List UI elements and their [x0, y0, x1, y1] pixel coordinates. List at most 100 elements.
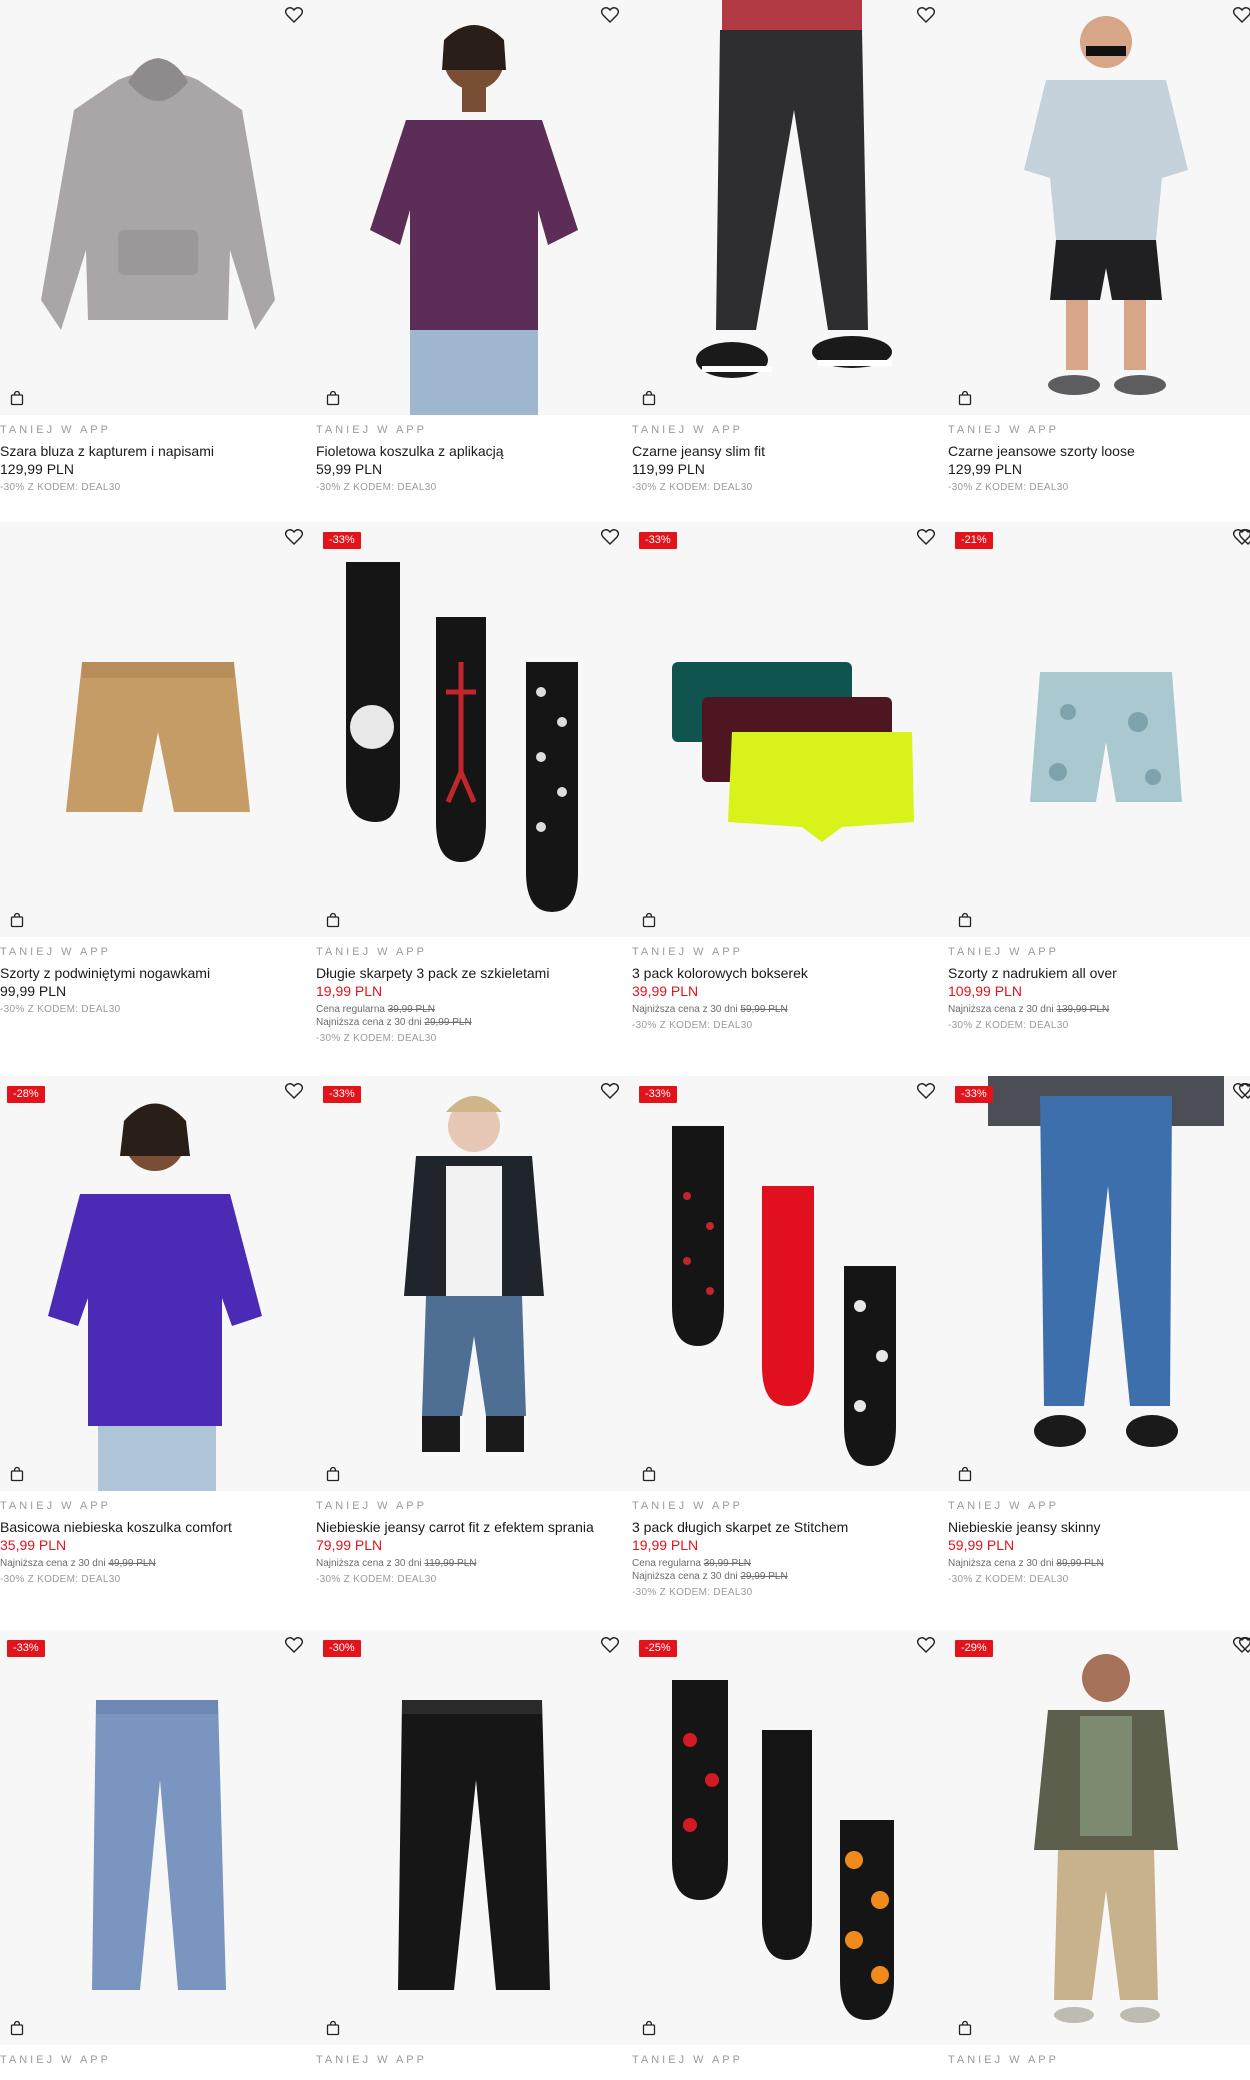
product-image[interactable] [632, 522, 948, 937]
product-image[interactable] [0, 522, 316, 937]
product-card[interactable]: -33% TANIEJ W APP [0, 1630, 316, 2080]
app-promo-label: TANIEJ W APP [632, 424, 743, 436]
product-image[interactable] [632, 1630, 948, 2045]
heart-icon[interactable] [284, 1636, 304, 1654]
product-price: 79,99 PLN [316, 1537, 383, 1553]
product-info: TANIEJ W APP Fioletowa koszulka z aplikac… [316, 423, 632, 494]
heart-icon[interactable] [600, 1636, 620, 1654]
shopping-bag-icon[interactable] [641, 2020, 657, 2036]
lowest-price-label: Najniższa cena z 30 dni [316, 1017, 422, 1028]
product-name[interactable]: Czarne jeansy slim fit [632, 442, 948, 460]
shopping-bag-icon[interactable] [9, 390, 25, 406]
product-info: TANIEJ W APP Szorty z podwiniętymi nogawk… [0, 945, 316, 1016]
app-promo-label: TANIEJ W APP [948, 424, 1059, 436]
heart-icon[interactable] [916, 528, 936, 546]
app-promo-label: TANIEJ W APP [632, 1500, 743, 1512]
product-name[interactable]: Niebieskie jeansy carrot fit z efektem s… [316, 1518, 632, 1536]
product-price: 59,99 PLN [316, 461, 383, 477]
shopping-bag-icon[interactable] [9, 2020, 25, 2036]
heart-icon[interactable] [600, 1082, 620, 1100]
product-info: TANIEJ W APP Niebieskie jeansy skinny 59,9… [948, 1499, 1250, 1586]
regular-price-line: Cena regularna 39,99 PLN [316, 1003, 632, 1016]
product-image[interactable] [632, 0, 948, 415]
product-image[interactable] [316, 1076, 632, 1491]
product-name[interactable]: 3 pack długich skarpet ze Stitchem [632, 1518, 948, 1536]
shopping-bag-icon[interactable] [325, 912, 341, 928]
discount-badge: -33% [323, 532, 361, 549]
product-info: TANIEJ W APP 3 pack kolorowych bokserek 39… [632, 945, 948, 1032]
shopping-bag-icon[interactable] [9, 1466, 25, 1482]
promo-code-label: -30% Z KODEM: DEAL30 [948, 1574, 1069, 1585]
product-price: 39,99 PLN [632, 983, 699, 999]
shopping-bag-icon[interactable] [957, 2020, 973, 2036]
heart-icon[interactable] [284, 528, 304, 546]
lowest-price-line: Najniższa cena z 30 dni 29,99 PLN [316, 1016, 632, 1029]
product-name[interactable]: Długie skarpety 3 pack ze szkieletami [316, 964, 632, 982]
product-image[interactable] [948, 0, 1250, 415]
product-name[interactable]: Fioletowa koszulka z aplikacją [316, 442, 632, 460]
lowest-price-value: 29,99 PLN [740, 1571, 788, 1582]
product-info: TANIEJ W APP Szara bluza z kapturem i nap… [0, 423, 316, 494]
discount-badge: -33% [7, 1640, 45, 1657]
heart-icon[interactable] [916, 1636, 936, 1654]
shopping-bag-icon[interactable] [641, 390, 657, 406]
product-price: 119,99 PLN [632, 461, 705, 477]
product-name[interactable]: Basicowa niebieska koszulka comfort [0, 1518, 316, 1536]
product-image[interactable] [0, 0, 316, 415]
discount-badge: -29% [955, 1640, 993, 1657]
heart-icon[interactable] [1232, 6, 1250, 24]
product-price: 35,99 PLN [0, 1537, 67, 1553]
shopping-bag-icon[interactable] [957, 912, 973, 928]
shopping-bag-icon[interactable] [957, 390, 973, 406]
product-info: TANIEJ W APP [0, 2053, 316, 2067]
shopping-bag-icon[interactable] [325, 390, 341, 406]
lowest-price-label: Najniższa cena z 30 dni [948, 1558, 1054, 1569]
heart-icon[interactable] [1238, 1636, 1250, 1654]
shopping-bag-icon[interactable] [957, 1466, 973, 1482]
lowest-price-value: 89,99 PLN [1056, 1558, 1104, 1569]
heart-icon[interactable] [284, 1082, 304, 1100]
product-name[interactable]: Szorty z nadrukiem all over [948, 964, 1250, 982]
product-image[interactable] [948, 522, 1250, 937]
shopping-bag-icon[interactable] [9, 912, 25, 928]
product-card[interactable]: -29% TANIEJ W APP [948, 1630, 1250, 2080]
heart-icon[interactable] [916, 1082, 936, 1100]
product-name[interactable]: Szorty z podwiniętymi nogawkami [0, 964, 316, 982]
product-name[interactable]: Czarne jeansowe szorty loose [948, 442, 1250, 460]
product-price: 19,99 PLN [632, 1537, 699, 1553]
lowest-price-label: Najniższa cena z 30 dni [316, 1558, 422, 1569]
heart-icon[interactable] [1238, 1082, 1250, 1100]
product-card[interactable]: -25% TANIEJ W APP [632, 1630, 948, 2080]
product-name[interactable]: Niebieskie jeansy skinny [948, 1518, 1250, 1536]
promo-code-label: -30% Z KODEM: DEAL30 [316, 1033, 437, 1044]
product-price: 19,99 PLN [316, 983, 383, 999]
product-name[interactable]: Szara bluza z kapturem i napisami [0, 442, 316, 460]
shopping-bag-icon[interactable] [325, 2020, 341, 2036]
product-image[interactable] [632, 1076, 948, 1491]
product-image[interactable] [0, 1076, 316, 1491]
product-image[interactable] [948, 1630, 1250, 2045]
product-image[interactable] [0, 1630, 316, 2045]
app-promo-label: TANIEJ W APP [0, 424, 111, 436]
heart-icon[interactable] [1238, 528, 1250, 546]
shopping-bag-icon[interactable] [325, 1466, 341, 1482]
lowest-price-line: Najniższa cena z 30 dni 29,99 PLN [632, 1570, 948, 1583]
heart-icon[interactable] [600, 6, 620, 24]
product-card[interactable]: -30% TANIEJ W APP [316, 1630, 632, 2080]
product-info: TANIEJ W APP Basicowa niebieska koszulka … [0, 1499, 316, 1586]
product-info: TANIEJ W APP Niebieskie jeansy carrot fit… [316, 1499, 632, 1586]
discount-badge: -33% [639, 532, 677, 549]
heart-icon[interactable] [916, 6, 936, 24]
shopping-bag-icon[interactable] [641, 912, 657, 928]
promo-code-label: -30% Z KODEM: DEAL30 [0, 1574, 121, 1585]
app-promo-label: TANIEJ W APP [316, 2054, 427, 2066]
heart-icon[interactable] [600, 528, 620, 546]
product-name[interactable]: 3 pack kolorowych bokserek [632, 964, 948, 982]
lowest-price-label: Najniższa cena z 30 dni [0, 1558, 106, 1569]
product-image[interactable] [948, 1076, 1250, 1491]
heart-icon[interactable] [284, 6, 304, 24]
product-image[interactable] [316, 522, 632, 937]
shopping-bag-icon[interactable] [641, 1466, 657, 1482]
product-image[interactable] [316, 0, 632, 415]
product-image[interactable] [316, 1630, 632, 2045]
